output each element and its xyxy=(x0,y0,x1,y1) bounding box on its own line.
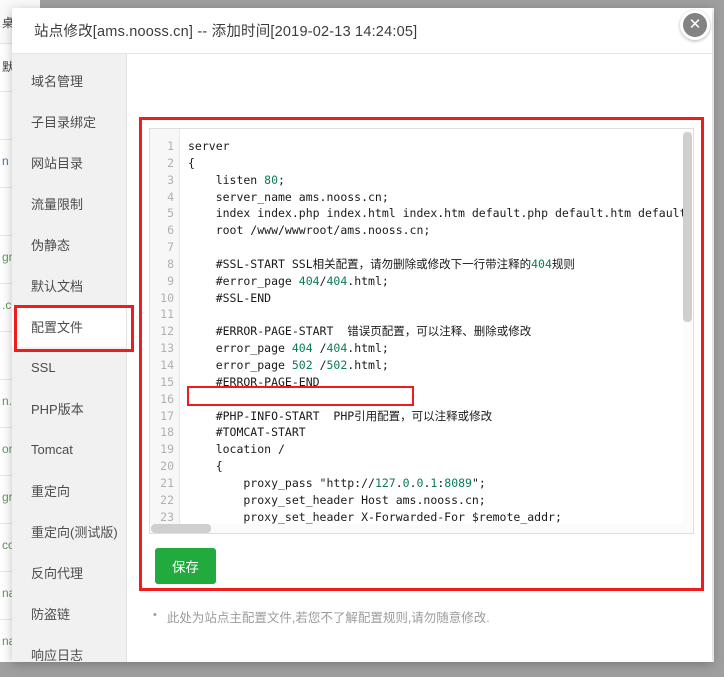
sidebar-item-label: 域名管理 xyxy=(31,74,84,89)
background-bottom-strip xyxy=(0,662,724,677)
editor-line-number: 22 xyxy=(160,492,174,507)
background-right-strip xyxy=(714,0,724,677)
sidebar-item-label: 子目录绑定 xyxy=(31,115,97,130)
editor-line-number: 1 xyxy=(167,139,174,153)
editor-line-number: 9 xyxy=(167,273,174,288)
editor-code-line: #SSL-START SSL相关配置，请勿删除或修改下一行带注释的404规则 xyxy=(188,256,575,271)
sidebar-item-label: PHP版本 xyxy=(31,402,84,417)
editor-code-line: proxy_pass "http://127.0.0.1:8089"; xyxy=(188,475,486,490)
sidebar-item-domain-manage[interactable]: 域名管理 xyxy=(12,60,126,101)
editor-horizontal-scrollbar[interactable] xyxy=(150,524,693,533)
editor-line-number: 3 xyxy=(167,172,174,187)
editor-line-number: 4 xyxy=(167,189,174,204)
sidebar-item-label: Tomcat xyxy=(31,442,73,457)
editor-line-number: 19 xyxy=(160,442,174,457)
editor-line-number: 15 xyxy=(160,374,174,389)
editor-code-line: #error_page 404/404.html; xyxy=(188,273,389,288)
editor-code-line: proxy_set_header X-Forwarded-For $remote… xyxy=(188,509,562,524)
sidebar-item-pseudo-static[interactable]: 伪静态 xyxy=(12,224,126,265)
editor-code-line: error_page 502 /502.html; xyxy=(188,357,389,372)
sidebar-item-label: 配置文件 xyxy=(31,320,84,335)
editor-line-number: 5 xyxy=(167,206,174,221)
sidebar-item-label: 流量限制 xyxy=(31,197,84,212)
editor-code-line: { xyxy=(188,459,223,474)
save-button[interactable]: 保存 xyxy=(155,548,216,584)
site-edit-modal: 站点修改[ams.nooss.cn] -- 添加时间[2019-02-13 14… xyxy=(12,8,712,662)
sidebar-item-label: 防盗链 xyxy=(31,607,71,622)
sidebar-item-reverse-proxy[interactable]: 反向代理 xyxy=(12,552,126,593)
sidebar-item-label: 重定向 xyxy=(31,484,71,499)
modal-body: 域名管理 子目录绑定 网站目录 流量限制 伪静态 默认文档 配置文件 SSL P… xyxy=(12,54,712,662)
editor-code-area[interactable]: server { listen 80; server_name ams.nooss… xyxy=(180,129,693,533)
editor-code-line: server xyxy=(188,139,230,153)
sidebar-item-php-version[interactable]: PHP版本 xyxy=(12,388,126,429)
editor-code-line xyxy=(188,239,693,256)
editor-line-number: 16 xyxy=(160,391,174,406)
sidebar-item-response-log[interactable]: 响应日志 xyxy=(12,634,126,662)
sidebar-item-label: 响应日志 xyxy=(31,648,84,662)
sidebar-item-anti-leech[interactable]: 防盗链 xyxy=(12,593,126,634)
editor-inner[interactable]: 123456789101112131415161718192021222324 … xyxy=(150,129,693,533)
config-file-editor[interactable]: 123456789101112131415161718192021222324 … xyxy=(149,128,694,534)
editor-code-line xyxy=(188,391,693,408)
editor-line-number: 13 xyxy=(160,341,174,356)
sidebar-item-tomcat[interactable]: Tomcat xyxy=(12,429,126,470)
page-title: 站点修改[ams.nooss.cn] -- 添加时间[2019-02-13 14… xyxy=(34,24,418,40)
editor-code-line: #ERROR-PAGE-END xyxy=(188,374,320,389)
editor-line-number: 23 xyxy=(160,509,174,524)
sidebar-item-label: 默认文档 xyxy=(31,279,84,294)
editor-code-line: proxy_set_header Host ams.nooss.cn; xyxy=(188,492,486,507)
editor-line-number: 8 xyxy=(167,256,174,271)
editor-code-line xyxy=(188,306,693,323)
sidebar-item-label: 反向代理 xyxy=(31,566,84,581)
editor-code-line: #TOMCAT-START xyxy=(188,425,306,440)
sidebar-item-config-file[interactable]: 配置文件 xyxy=(12,306,126,347)
editor-scrollbar-thumb[interactable] xyxy=(683,132,692,322)
sidebar-item-label: 伪静态 xyxy=(31,238,71,253)
modal-sidebar: 域名管理 子目录绑定 网站目录 流量限制 伪静态 默认文档 配置文件 SSL P… xyxy=(12,54,127,662)
editor-line-number: 6 xyxy=(167,223,174,238)
modal-header: 站点修改[ams.nooss.cn] -- 添加时间[2019-02-13 14… xyxy=(12,8,712,54)
sidebar-item-default-document[interactable]: 默认文档 xyxy=(12,265,126,306)
sidebar-item-subdirectory-bind[interactable]: 子目录绑定 xyxy=(12,101,126,142)
modal-main-panel: 123456789101112131415161718192021222324 … xyxy=(127,54,712,662)
editor-code-line: #PHP-INFO-START PHP引用配置，可以注释或修改 xyxy=(188,408,493,423)
bullet-icon: • xyxy=(153,609,157,621)
sidebar-item-label: 网站目录 xyxy=(31,156,84,171)
background-top-strip xyxy=(0,0,724,8)
editor-line-number: 17 xyxy=(160,408,174,423)
editor-code-line: listen 80; xyxy=(188,172,285,187)
editor-code-line: { xyxy=(188,155,195,170)
editor-line-number: 12 xyxy=(160,324,174,339)
editor-line-number-gutter: 123456789101112131415161718192021222324 xyxy=(150,129,180,533)
editor-line-number: 18 xyxy=(160,425,174,440)
editor-code-line: root /www/wwwroot/ams.nooss.cn; xyxy=(188,223,431,238)
close-icon[interactable]: ✕ xyxy=(680,10,710,40)
close-glyph: ✕ xyxy=(688,15,702,33)
editor-line-number: 7 xyxy=(167,240,174,255)
editor-code-line: index index.php index.html index.htm def… xyxy=(188,206,693,221)
editor-code-line: #ERROR-PAGE-START 错误页配置，可以注释、删除或修改 xyxy=(188,324,532,339)
sidebar-item-traffic-limit[interactable]: 流量限制 xyxy=(12,183,126,224)
editor-code-line: error_page 404 /404.html; xyxy=(188,341,389,356)
editor-line-number: 14 xyxy=(160,357,174,372)
editor-line-number: 20 xyxy=(160,459,174,474)
footer-note: • 此处为站点主配置文件,若您不了解配置规则,请勿随意修改. xyxy=(153,607,490,626)
editor-code-line: server_name ams.nooss.cn; xyxy=(188,189,389,204)
editor-code-line: #SSL-END xyxy=(188,290,272,305)
sidebar-item-redirect[interactable]: 重定向 xyxy=(12,470,126,511)
sidebar-item-ssl[interactable]: SSL xyxy=(12,347,126,388)
editor-line-number: 2 xyxy=(167,155,174,170)
sidebar-item-site-directory[interactable]: 网站目录 xyxy=(12,142,126,183)
editor-vertical-scrollbar[interactable] xyxy=(683,130,692,533)
sidebar-item-label: 重定向(测试版) xyxy=(31,525,118,540)
editor-hscrollbar-thumb[interactable] xyxy=(151,524,211,533)
editor-line-number: 11 xyxy=(160,307,174,322)
sidebar-item-label: SSL xyxy=(31,360,56,375)
sidebar-item-redirect-beta[interactable]: 重定向(测试版) xyxy=(12,511,126,552)
editor-line-number: 21 xyxy=(160,475,174,490)
footer-note-text: 此处为站点主配置文件,若您不了解配置规则,请勿随意修改. xyxy=(166,611,490,625)
editor-line-number: 10 xyxy=(160,290,174,305)
editor-code-line: location / xyxy=(188,442,285,457)
